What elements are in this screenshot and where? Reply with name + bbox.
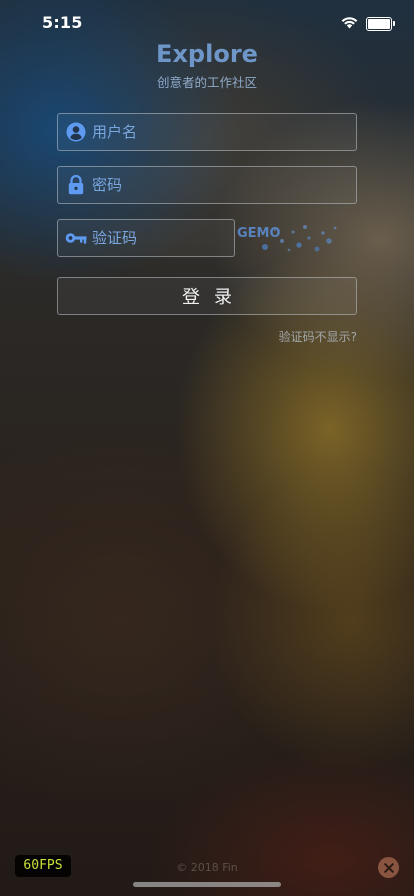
captcha-image[interactable]: GEMO bbox=[235, 219, 355, 257]
status-time: 5:15 bbox=[42, 13, 83, 32]
password-field[interactable] bbox=[57, 166, 357, 204]
captcha-field[interactable] bbox=[57, 219, 286, 257]
battery-icon bbox=[366, 16, 395, 31]
lock-icon bbox=[65, 174, 87, 196]
copyright: © 2018 Fin bbox=[176, 861, 238, 874]
app-subtitle: 创意者的工作社区 bbox=[156, 75, 257, 90]
key-icon bbox=[65, 227, 87, 249]
captcha-refresh-link[interactable]: 验证码不显示? bbox=[279, 328, 357, 345]
close-button[interactable] bbox=[378, 857, 399, 878]
password-input[interactable] bbox=[92, 167, 356, 203]
close-icon bbox=[383, 858, 394, 877]
app-title: Explore bbox=[156, 40, 258, 68]
username-field[interactable] bbox=[57, 113, 357, 151]
username-input[interactable] bbox=[92, 114, 356, 150]
captcha-text: GEMO bbox=[237, 226, 281, 241]
status-icons bbox=[341, 14, 395, 33]
user-circle-icon bbox=[65, 121, 87, 143]
login-button[interactable]: 登录 bbox=[57, 277, 357, 315]
home-indicator[interactable] bbox=[133, 882, 281, 887]
wifi-icon bbox=[341, 14, 358, 33]
